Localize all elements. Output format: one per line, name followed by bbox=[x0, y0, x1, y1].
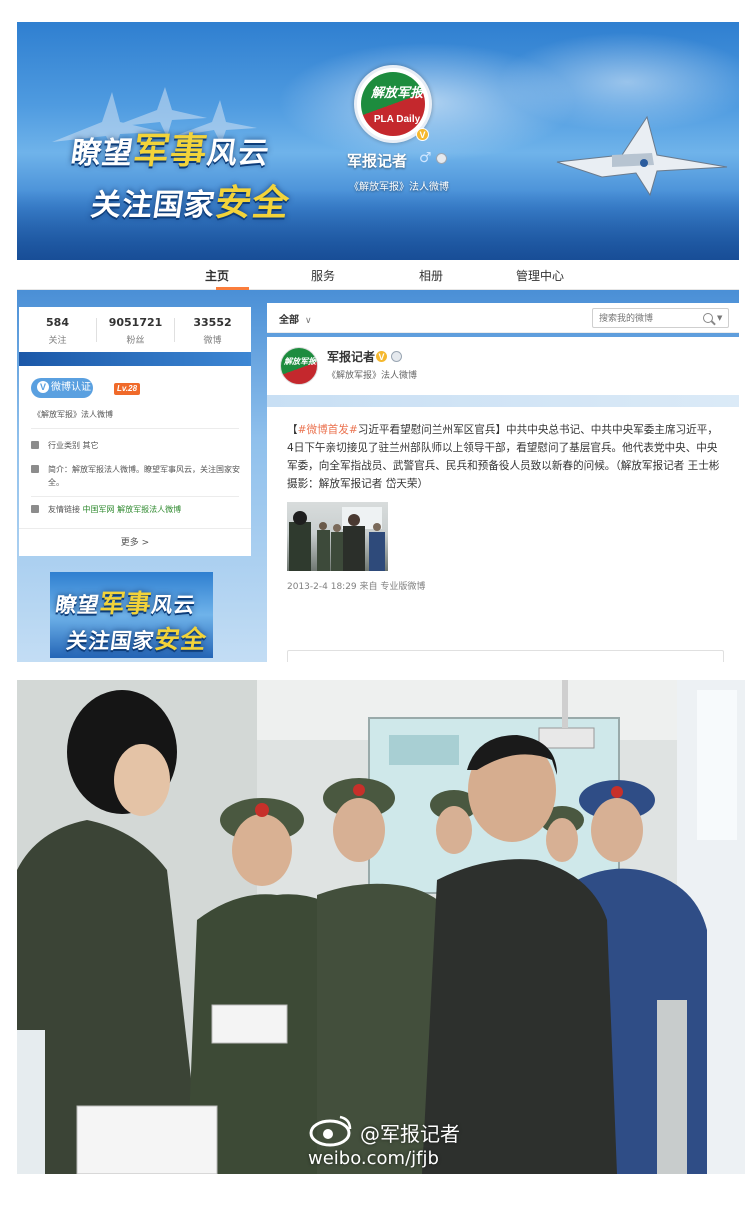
link-china-military[interactable]: 中国军网 bbox=[83, 505, 115, 514]
profile-verify-desc: 《解放军报》法人微博 bbox=[349, 182, 449, 193]
verify-description: 《解放军报》法人微博 bbox=[33, 410, 113, 419]
watermark-account: @军报记者 bbox=[360, 1122, 460, 1146]
divider bbox=[31, 496, 239, 497]
link-icon bbox=[31, 505, 39, 513]
member-grade-icon[interactable] bbox=[391, 351, 402, 362]
intro-icon bbox=[31, 465, 39, 473]
post-header: 解放军报 军报记者 V 《解放军报》法人微博 bbox=[267, 337, 739, 395]
weibo-eye-icon bbox=[309, 1115, 352, 1147]
tab-album[interactable]: 相册 bbox=[419, 267, 443, 284]
fighter-jet-image bbox=[556, 115, 728, 197]
promo-slogan-line1: 瞭望军事风云 bbox=[53, 589, 198, 618]
tab-admin-center[interactable]: 管理中心 bbox=[516, 267, 564, 284]
post-author-avatar[interactable]: 解放军报 bbox=[280, 347, 318, 385]
profile-info-card: V 微博认证 Lv.28 《解放军报》法人微博 行业类别 其它 简介：解放军报法人… bbox=[19, 366, 251, 556]
post-thumbnail[interactable] bbox=[287, 502, 388, 571]
tab-services[interactable]: 服务 bbox=[311, 267, 335, 284]
verified-badge-icon: V bbox=[416, 128, 429, 141]
pla-daily-logo: 解放军报 PLA Daily bbox=[361, 72, 425, 136]
post-card: 【#微博首发#习近平看望慰问兰州军区官兵】中共中央总书记、中共中央军委主席习近平… bbox=[267, 407, 739, 662]
caret-down-icon[interactable]: ▼ bbox=[717, 314, 722, 322]
profile-stats: 584 关注 9051721 粉丝 33552 微博 bbox=[19, 307, 251, 352]
stat-followers[interactable]: 9051721 粉丝 bbox=[97, 307, 174, 352]
stat-posts[interactable]: 33552 微博 bbox=[174, 307, 251, 352]
verified-badge-icon: V bbox=[37, 381, 49, 393]
chevron-right-icon: > bbox=[141, 538, 150, 548]
profile-cover-banner: 瞭望军事风云 关注国家安全 解放军报 PLA Daily V 军报记者 ♂ 《解… bbox=[17, 22, 739, 260]
member-grade-icon[interactable] bbox=[436, 153, 447, 164]
post-large-photo[interactable] bbox=[17, 680, 745, 1174]
search-icon[interactable] bbox=[703, 313, 713, 323]
more-button[interactable]: 更多 > bbox=[19, 528, 251, 556]
weibo-screenshot-page: 瞭望军事风云 关注国家安全 解放军报 PLA Daily V 军报记者 ♂ 《解… bbox=[0, 0, 755, 1205]
banner-strip-decoration bbox=[19, 352, 251, 366]
banner-slogan-line2: 关注国家安全 bbox=[88, 182, 293, 224]
briefcase-icon bbox=[31, 441, 39, 449]
link-pla-daily-weibo[interactable]: 解放军报法人微博 bbox=[117, 505, 181, 514]
verified-badge-icon: V bbox=[375, 350, 388, 363]
post-author-name[interactable]: 军报记者 bbox=[327, 348, 375, 365]
promo-banner-image[interactable]: 瞭望军事风云 关注国家安全 bbox=[50, 572, 213, 658]
post-text: 【#微博首发#习近平看望慰问兰州军区官兵】中共中央总书记、中共中央军委主席习近平… bbox=[287, 424, 720, 490]
profile-nav: 主页 服务 相册 管理中心 bbox=[17, 260, 739, 290]
level-badge[interactable]: Lv.28 bbox=[114, 383, 141, 395]
search-input[interactable] bbox=[599, 312, 699, 325]
chevron-down-icon: ∨ bbox=[305, 316, 312, 326]
weibo-verified-tag[interactable]: V 微博认证 bbox=[31, 378, 93, 398]
profile-name: 军报记者 bbox=[347, 152, 408, 170]
search-my-weibo: ▼ bbox=[592, 308, 729, 328]
promo-slogan-line2: 关注国家安全 bbox=[64, 625, 209, 654]
watermark-url: weibo.com/jfjb bbox=[308, 1148, 439, 1169]
tab-home[interactable]: 主页 bbox=[205, 267, 229, 284]
feed-filter-dropdown[interactable]: 全部 ∨ bbox=[279, 311, 312, 326]
male-icon: ♂ bbox=[419, 150, 432, 166]
banner-slogan-line1: 瞭望军事风云 bbox=[68, 130, 272, 172]
post-separator bbox=[267, 395, 739, 407]
post-meta[interactable]: 2013-2-4 18:29 来自 专业版微博 bbox=[287, 579, 425, 592]
post-author-desc: 《解放军报》法人微博 bbox=[327, 371, 418, 381]
stat-following[interactable]: 584 关注 bbox=[19, 307, 96, 352]
topic-tag-link[interactable]: #微博首发# bbox=[298, 424, 358, 436]
divider bbox=[31, 428, 239, 429]
photo-image bbox=[17, 680, 745, 1174]
post-actions-bar bbox=[287, 650, 724, 662]
thumbnail-image bbox=[289, 507, 385, 571]
feed-toolbar: 全部∨ ▼ bbox=[267, 303, 739, 333]
